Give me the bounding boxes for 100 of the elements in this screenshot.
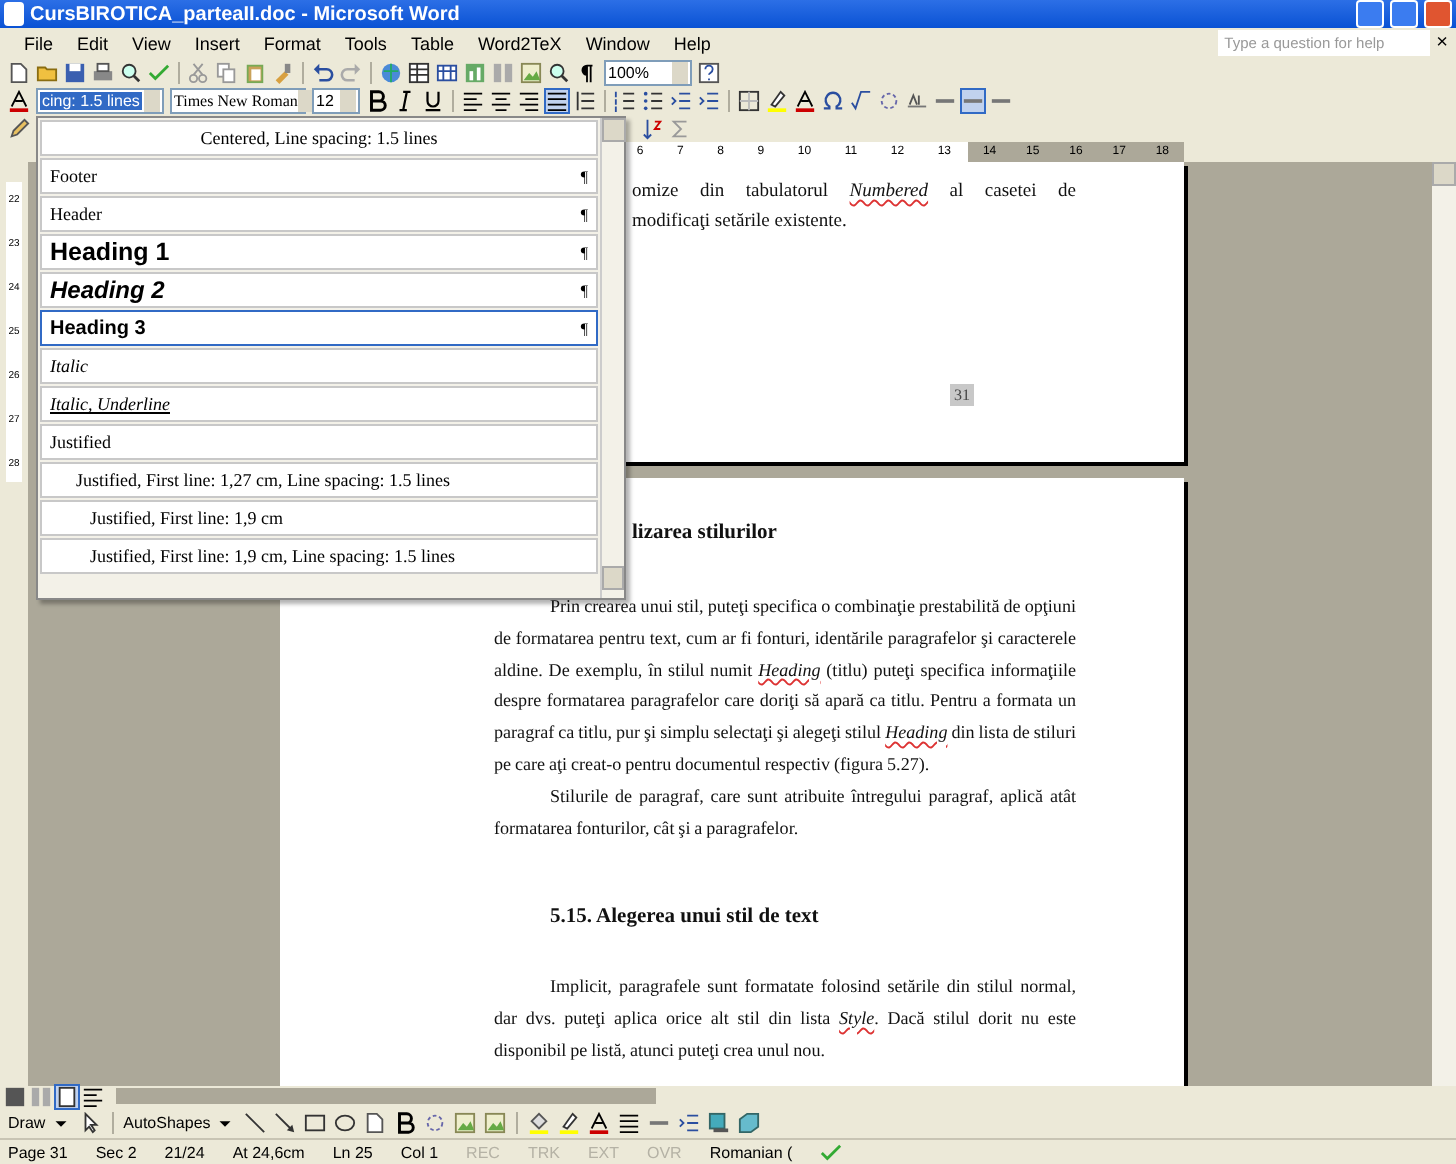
print-preview-icon[interactable] <box>120 61 142 83</box>
style-list-item[interactable]: Footer ¶ <box>40 158 598 194</box>
status-text: Ln 25 <box>332 1143 375 1161</box>
highlight-icon[interactable] <box>766 89 788 111</box>
style-list-item[interactable]: Justified <box>40 424 598 460</box>
save-icon[interactable] <box>64 61 86 83</box>
style-list-item[interactable]: Justified, First line: 1,9 cm <box>40 500 598 536</box>
style-list-item[interactable]: Heading 3 ¶ <box>40 310 598 346</box>
window-title: CursBIROTICA_parteaII.doc - Microsoft Word <box>30 3 462 25</box>
close-button[interactable] <box>1424 0 1452 28</box>
style-dropdown[interactable]: cing: 1.5 lines <box>36 87 164 113</box>
3d-icon[interactable] <box>738 1111 761 1133</box>
body-text: Implicit, paragrafele sunt formatate folosind setările din stilul normal, dar dvs. puteţi aplica orice alt stil din lista Style. Dacă stilul dorit nu este disponibil pe listă, atunci puteţi crea unul nou. <box>494 974 1076 1064</box>
grid-icon[interactable] <box>436 61 458 83</box>
shadow-icon[interactable] <box>708 1111 731 1133</box>
style-list-item[interactable]: Italic, Underline <box>40 386 598 422</box>
font-size-dropdown[interactable]: 12 <box>312 87 360 113</box>
body-text: Stilurile de paragraf, care sunt atribuite întregului paragraf, aplică atât formatarea fonturilor, cât şi a paragrafelor. <box>494 783 1076 842</box>
line-color-icon[interactable] <box>558 1111 581 1133</box>
line-style-icon[interactable] <box>618 1111 641 1133</box>
square-root-icon[interactable] <box>850 89 872 111</box>
menu-item[interactable]: Format <box>251 33 333 53</box>
body-text: modificaţi setările existente. <box>632 210 849 236</box>
justify-icon[interactable] <box>546 89 568 111</box>
printer-icon[interactable] <box>92 61 114 83</box>
undo-icon[interactable] <box>312 61 334 83</box>
status-text: At 24,6cm <box>232 1143 307 1161</box>
body-text: omize din tabulatorul Numbered al casetei de <box>632 180 1076 206</box>
table-icon[interactable] <box>408 61 430 83</box>
style-list-item[interactable]: Heading 1 ¶ <box>40 234 598 270</box>
border-icon[interactable] <box>738 89 760 111</box>
section-heading: 5.15. Alegerea unui stil de text <box>548 906 821 929</box>
paste-icon[interactable] <box>244 61 266 83</box>
picture-icon[interactable] <box>484 1111 507 1133</box>
help-icon[interactable] <box>698 61 720 83</box>
section-heading: lizarea stilurilor <box>630 522 779 544</box>
text-icon[interactable] <box>906 89 928 111</box>
spelling-status-icon <box>820 1141 843 1163</box>
style-list-item[interactable]: Justified, First line: 1,9 cm, Line spacing: 1.5 lines <box>40 538 598 574</box>
style-list-item[interactable]: Italic <box>40 348 598 384</box>
list-scrollbar[interactable] <box>600 118 624 598</box>
rectangle-tool-icon[interactable] <box>304 1111 327 1133</box>
status-text: Romanian ( <box>709 1143 795 1161</box>
menu-item[interactable]: Word2TeX <box>465 33 574 53</box>
dotted-circle-icon[interactable] <box>878 89 900 111</box>
sort-icon[interactable] <box>642 117 664 139</box>
increase-indent-icon[interactable] <box>698 89 720 111</box>
page-number: 31 <box>950 384 974 406</box>
bulleted-list-icon[interactable] <box>642 89 664 111</box>
decrease-indent-icon[interactable] <box>670 89 692 111</box>
menu-item[interactable]: Tools <box>332 33 399 53</box>
omega-icon[interactable] <box>822 89 844 111</box>
pilcrow-icon[interactable] <box>576 61 598 83</box>
menu-item[interactable]: Insert <box>182 33 252 53</box>
new-document-icon[interactable] <box>8 61 30 83</box>
draw-menu[interactable]: Draw <box>8 1111 72 1133</box>
menu-item[interactable]: Table <box>398 33 466 53</box>
style-list-item[interactable]: Justified, First line: 1,27 cm, Line spacing: 1.5 lines <box>40 462 598 498</box>
normal-view-icon[interactable] <box>4 1085 26 1107</box>
styles-icon[interactable] <box>8 89 30 111</box>
open-folder-icon[interactable] <box>36 61 58 83</box>
underline-icon[interactable] <box>422 89 444 111</box>
align-center-icon[interactable] <box>490 89 512 111</box>
menu-item[interactable]: Help <box>661 33 723 53</box>
copy-icon[interactable] <box>216 61 238 83</box>
status-text: Page 31 <box>8 1143 70 1161</box>
bold-icon[interactable] <box>366 89 388 111</box>
font-dropdown[interactable]: Times New Roman <box>170 87 306 113</box>
vertical-scrollbar[interactable] <box>1432 162 1456 1086</box>
menu-item[interactable]: Window <box>573 33 662 53</box>
close-button[interactable]: × <box>1436 32 1448 54</box>
style-list-item[interactable]: Centered, Line spacing: 1.5 lines <box>40 120 598 156</box>
oval-tool-icon[interactable] <box>334 1111 357 1133</box>
menu-item[interactable]: File <box>12 33 66 53</box>
style-list-item[interactable]: Header ¶ <box>40 196 598 232</box>
format-painter-icon[interactable] <box>272 61 294 83</box>
autoshapes-menu[interactable]: AutoShapes <box>123 1111 237 1133</box>
horizontal-scrollbar[interactable] <box>116 1088 656 1104</box>
arrow-tool-icon[interactable] <box>274 1111 297 1133</box>
menu-item[interactable]: View <box>120 33 183 53</box>
fill-color-icon[interactable] <box>528 1111 551 1133</box>
zoom-icon[interactable] <box>548 61 570 83</box>
font-color-icon[interactable] <box>794 89 816 111</box>
body-text: Prin crearea unui stil, puteţi specifica o combinaţie prestabilită de opţiuni de formatarea pentru text, cum ar fi fonturi, identările paragrafelor şi caracterele aldine. De exemplu, în stilul numit Heading (titlu) puteţi specifica informaţiile despre formatarea paragrafelor care doriţi să apară ca titlu. Pentru a formata un paragraf ca titlu, pur şi simplu selectaţi şi alegeţi stilul Heading din lista de stiluri pe care aţi creat-o pentru documentul respectiv (figura 5.27). <box>494 594 1076 778</box>
status-text: Col 1 <box>400 1143 441 1161</box>
font-color-icon[interactable] <box>588 1111 611 1133</box>
align-left-icon[interactable] <box>462 89 484 111</box>
line-tool-icon[interactable] <box>244 1111 267 1133</box>
line-spacing-icon[interactable] <box>574 89 596 111</box>
pointer-icon[interactable] <box>79 1111 102 1133</box>
outline-view-icon[interactable] <box>82 1085 104 1107</box>
spelling-check-icon[interactable] <box>148 61 170 83</box>
print-layout-icon[interactable] <box>56 1085 78 1107</box>
numbered-list-icon[interactable] <box>614 89 636 111</box>
menu-item[interactable]: Edit <box>65 33 121 53</box>
zoom-dropdown[interactable]: 100% <box>604 59 692 85</box>
italic-icon[interactable] <box>394 89 416 111</box>
document-icon <box>4 2 24 26</box>
align-right-icon[interactable] <box>518 89 540 111</box>
style-list-item[interactable]: Heading 2 ¶ <box>40 272 598 308</box>
